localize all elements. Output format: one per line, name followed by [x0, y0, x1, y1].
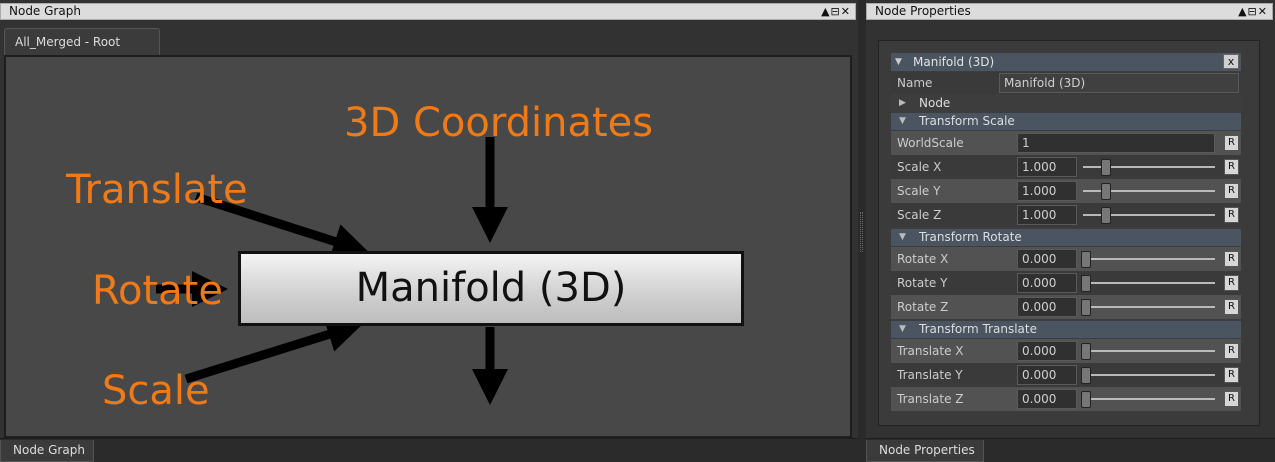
- label-rotate: Rotate: [92, 268, 223, 314]
- worldscale-label: WorldScale: [897, 136, 964, 150]
- scale-x-label: Scale X: [897, 160, 942, 174]
- node-properties-title: Node Properties: [875, 4, 971, 18]
- node-graph-titlebar: Node Graph ▲⊟✕: [0, 3, 856, 20]
- group-node-label: Node: [919, 96, 951, 110]
- node-graph-canvas[interactable]: 3D Coordinates Translate Rotate Scale Ma…: [4, 55, 852, 438]
- scale-y-label: Scale Y: [897, 184, 941, 198]
- reset-button[interactable]: R: [1224, 367, 1239, 383]
- reset-button[interactable]: R: [1224, 159, 1239, 175]
- reset-button[interactable]: R: [1224, 391, 1239, 407]
- splitter-grip[interactable]: [860, 212, 863, 252]
- group-transform-scale-label: Transform Scale: [919, 114, 1015, 128]
- window-controls[interactable]: ▲⊟✕: [821, 4, 851, 19]
- collapse-arrow-icon[interactable]: ▼: [899, 229, 906, 246]
- translate-x-slider-track[interactable]: [1083, 350, 1215, 352]
- node-properties-titlebar: Node Properties ▲⊟✕: [866, 3, 1273, 20]
- rotate-y-label: Rotate Y: [897, 276, 948, 290]
- rotate-y-slider-track[interactable]: [1083, 282, 1215, 284]
- scale-x-field[interactable]: 1.000: [1017, 157, 1077, 177]
- rotate-y-field[interactable]: 0.000: [1017, 273, 1077, 293]
- group-transform-rotate[interactable]: ▼ Transform Rotate: [891, 229, 1241, 246]
- label-3d-coordinates: 3D Coordinates: [344, 100, 654, 146]
- node-graph-bottom-strip: [0, 438, 858, 462]
- rotate-x-label: Rotate X: [897, 252, 949, 266]
- group-transform-scale[interactable]: ▼ Transform Scale: [891, 113, 1241, 130]
- translate-z-label: Translate Z: [897, 392, 964, 406]
- window-controls[interactable]: ▲⊟✕: [1238, 4, 1268, 19]
- translate-y-slider-thumb[interactable]: [1081, 367, 1091, 384]
- rotate-z-row: Rotate Z 0.000 R: [891, 295, 1241, 319]
- scale-y-row: Scale Y 1.000 R: [891, 179, 1241, 203]
- worldscale-row: WorldScale 1 R: [891, 131, 1241, 155]
- reset-button[interactable]: R: [1224, 183, 1239, 199]
- tab-node-properties[interactable]: Node Properties: [866, 440, 984, 462]
- collapse-arrow-icon[interactable]: ▼: [899, 321, 906, 338]
- rotate-z-slider-thumb[interactable]: [1081, 299, 1091, 316]
- translate-x-slider-thumb[interactable]: [1081, 343, 1091, 360]
- name-field[interactable]: Manifold (3D): [999, 73, 1239, 93]
- scale-z-slider-thumb[interactable]: [1101, 207, 1111, 224]
- rotate-x-slider-track[interactable]: [1083, 258, 1215, 260]
- close-icon[interactable]: x: [1223, 54, 1239, 69]
- node-properties-panel: Node Properties ▲⊟✕ ▼ Manifold (3D) x Na…: [866, 0, 1275, 462]
- translate-x-row: Translate X 0.000 R: [891, 339, 1241, 363]
- rotate-z-label: Rotate Z: [897, 300, 949, 314]
- rotate-z-field[interactable]: 0.000: [1017, 297, 1077, 317]
- collapse-arrow-icon[interactable]: ▼: [895, 53, 902, 71]
- translate-y-field[interactable]: 0.000: [1017, 365, 1077, 385]
- group-transform-translate-label: Transform Translate: [919, 322, 1037, 336]
- label-scale: Scale: [102, 368, 210, 414]
- reset-button[interactable]: R: [1224, 207, 1239, 223]
- translate-y-row: Translate Y 0.000 R: [891, 363, 1241, 387]
- reset-button[interactable]: R: [1224, 299, 1239, 315]
- reset-button[interactable]: R: [1224, 275, 1239, 291]
- translate-z-slider-track[interactable]: [1083, 398, 1215, 400]
- reset-button[interactable]: R: [1224, 251, 1239, 267]
- translate-x-label: Translate X: [897, 344, 964, 358]
- expand-arrow-icon[interactable]: ▶: [899, 95, 906, 112]
- rotate-x-slider-thumb[interactable]: [1081, 251, 1091, 268]
- group-transform-rotate-label: Transform Rotate: [919, 230, 1022, 244]
- scale-z-field[interactable]: 1.000: [1017, 205, 1077, 225]
- label-translate: Translate: [66, 167, 248, 213]
- group-transform-translate[interactable]: ▼ Transform Translate: [891, 321, 1241, 338]
- panel-splitter[interactable]: [858, 0, 866, 462]
- worldscale-field[interactable]: 1: [1017, 133, 1215, 153]
- name-label: Name: [897, 76, 933, 90]
- translate-y-slider-track[interactable]: [1083, 374, 1215, 376]
- node-graph-panel: Node Graph ▲⊟✕ All_Merged - Root 3D Coor…: [0, 0, 858, 462]
- scale-y-field[interactable]: 1.000: [1017, 181, 1077, 201]
- reset-button[interactable]: R: [1224, 135, 1239, 151]
- rotate-z-slider-track[interactable]: [1083, 306, 1215, 308]
- scale-y-slider-thumb[interactable]: [1101, 183, 1111, 200]
- scale-z-label: Scale Z: [897, 208, 942, 222]
- group-node[interactable]: ▶ Node: [891, 95, 1241, 112]
- tab-node-graph[interactable]: Node Graph: [0, 440, 94, 462]
- scale-arrow: [184, 317, 364, 384]
- node-header-label: Manifold (3D): [913, 55, 995, 69]
- translate-x-field[interactable]: 0.000: [1017, 341, 1077, 361]
- scale-x-slider-thumb[interactable]: [1101, 159, 1111, 176]
- manifold-node[interactable]: Manifold (3D): [238, 251, 744, 326]
- translate-z-row: Translate Z 0.000 R: [891, 387, 1241, 411]
- scale-z-row: Scale Z 1.000 R: [891, 203, 1241, 227]
- reset-button[interactable]: R: [1224, 343, 1239, 359]
- tab-all-merged-root[interactable]: All_Merged - Root: [4, 28, 160, 55]
- translate-y-label: Translate Y: [897, 368, 963, 382]
- rotate-y-slider-thumb[interactable]: [1081, 275, 1091, 292]
- translate-z-field[interactable]: 0.000: [1017, 389, 1077, 409]
- properties-frame: ▼ Manifold (3D) x Name Manifold (3D) ▶ N…: [878, 40, 1260, 426]
- node-header[interactable]: ▼ Manifold (3D) x: [891, 53, 1241, 71]
- node-graph-title: Node Graph: [9, 4, 81, 18]
- rotate-y-row: Rotate Y 0.000 R: [891, 271, 1241, 295]
- scale-x-row: Scale X 1.000 R: [891, 155, 1241, 179]
- collapse-arrow-icon[interactable]: ▼: [899, 113, 906, 130]
- translate-z-slider-thumb[interactable]: [1081, 391, 1091, 408]
- rotate-x-row: Rotate X 0.000 R: [891, 247, 1241, 271]
- properties-content: ▼ Manifold (3D) x Name Manifold (3D) ▶ N…: [891, 53, 1241, 412]
- rotate-x-field[interactable]: 0.000: [1017, 249, 1077, 269]
- name-row: Name Manifold (3D): [891, 72, 1241, 94]
